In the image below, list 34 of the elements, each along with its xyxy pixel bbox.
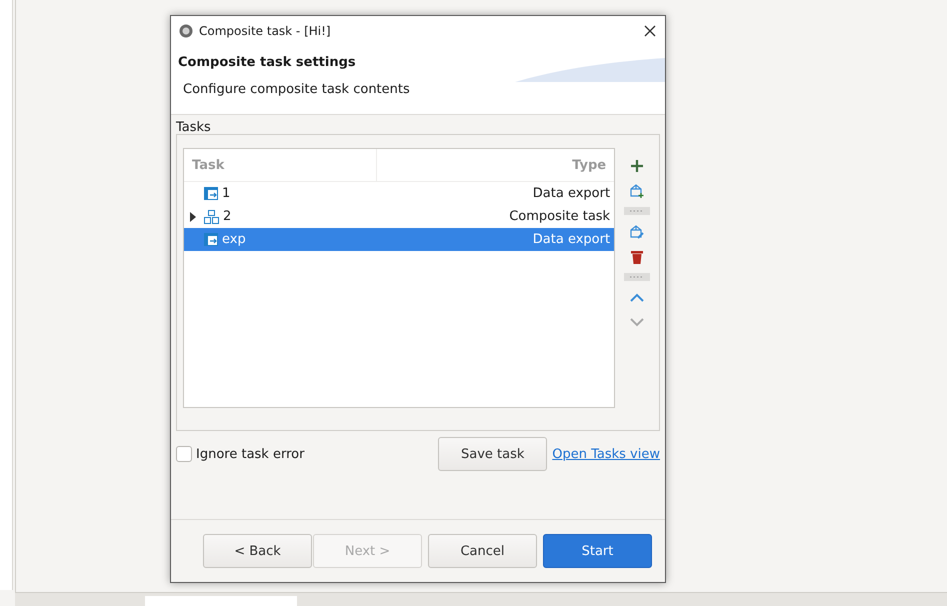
box-pencil-icon bbox=[629, 224, 646, 240]
plus-icon bbox=[630, 158, 644, 172]
chevron-down-icon bbox=[630, 318, 644, 327]
task-row[interactable]: 1 Data export bbox=[184, 182, 614, 205]
page-title: Composite task settings bbox=[178, 55, 357, 70]
boxes-icon bbox=[204, 210, 219, 224]
page-subtitle: Configure composite task contents bbox=[183, 82, 411, 97]
table-export-icon bbox=[204, 233, 218, 246]
task-name: exp bbox=[222, 232, 247, 247]
expand-arrow-icon[interactable] bbox=[190, 212, 196, 222]
task-type: Data export bbox=[532, 186, 610, 201]
close-icon[interactable] bbox=[643, 24, 657, 38]
checkbox[interactable] bbox=[176, 446, 192, 462]
group-label: Tasks bbox=[176, 121, 211, 135]
dialog-button[interactable]: Cancel bbox=[428, 534, 537, 568]
chevron-up-icon bbox=[630, 293, 644, 302]
task-name: 2 bbox=[223, 209, 232, 224]
box-plus-icon bbox=[629, 182, 646, 198]
trash-icon bbox=[631, 250, 644, 264]
task-type: Data export bbox=[532, 232, 610, 247]
column-header[interactable]: Task bbox=[184, 149, 377, 181]
task-name: 1 bbox=[222, 186, 232, 201]
app-logo-icon bbox=[179, 24, 193, 38]
table-export-icon bbox=[204, 187, 218, 200]
checkbox-label: Ignore task error bbox=[196, 446, 304, 462]
save-task-button[interactable]: Save task bbox=[438, 437, 548, 471]
task-row[interactable]: 2 Composite task bbox=[184, 205, 614, 228]
dialog-button[interactable]: < Back bbox=[203, 534, 312, 568]
column-header[interactable]: Type bbox=[377, 158, 614, 172]
open-tasks-link[interactable]: Open Tasks view bbox=[552, 446, 660, 462]
window-title: Composite task - [Hi!] bbox=[199, 24, 332, 38]
task-row[interactable]: exp Data export bbox=[184, 228, 614, 251]
dialog-button[interactable]: Start bbox=[543, 534, 652, 568]
task-type: Composite task bbox=[509, 209, 610, 224]
